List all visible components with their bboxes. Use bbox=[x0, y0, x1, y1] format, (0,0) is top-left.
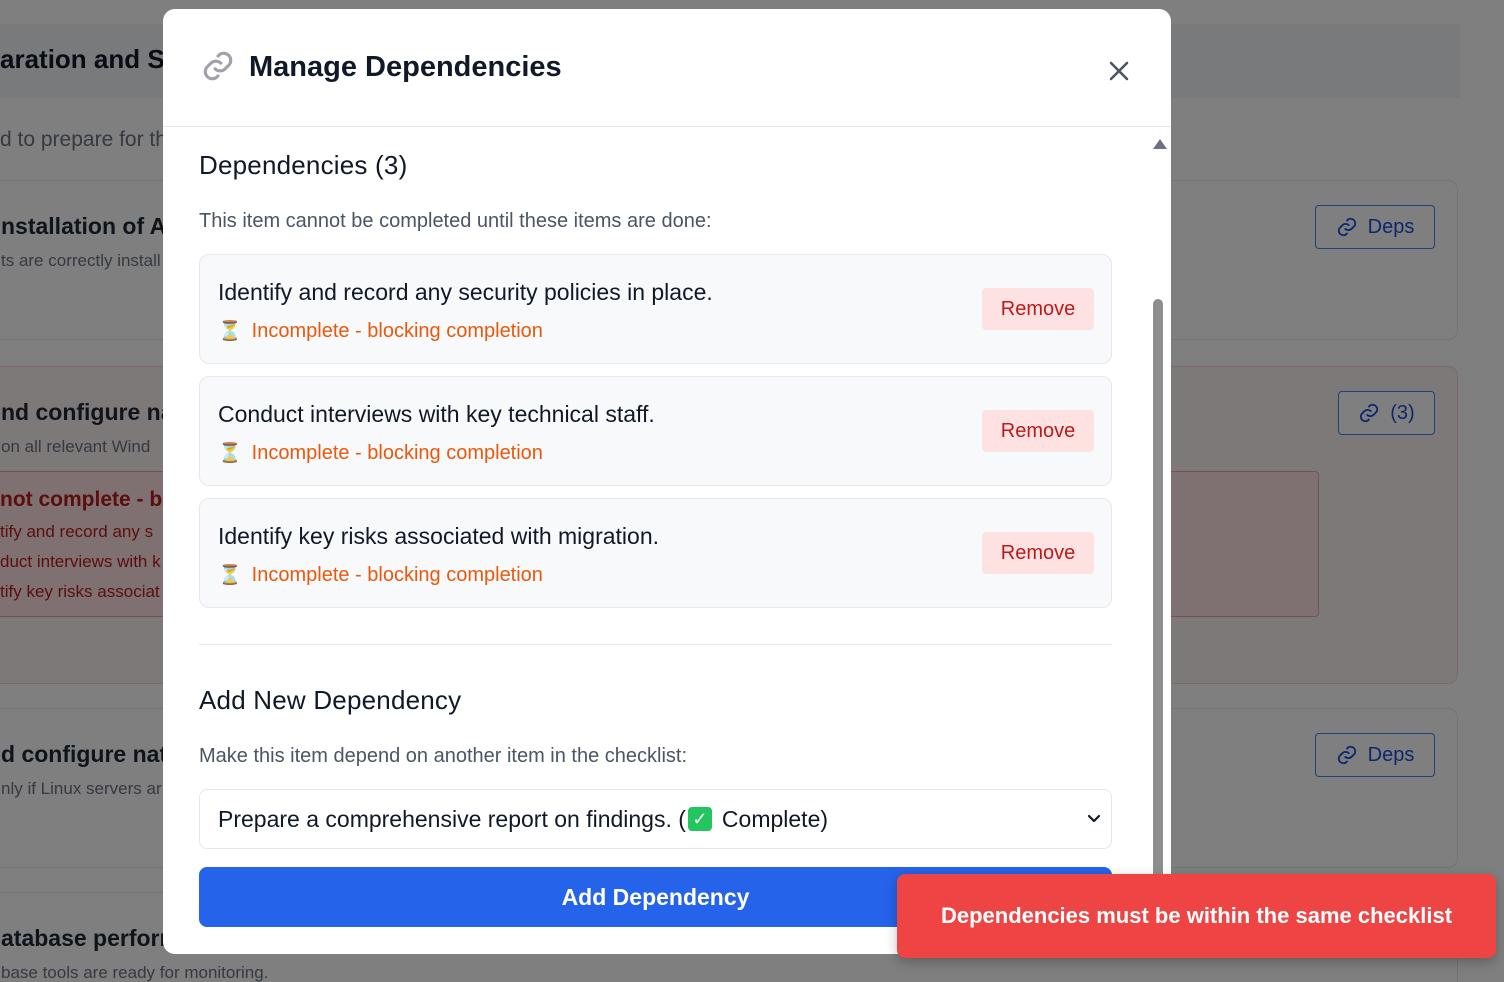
manage-dependencies-modal: Manage Dependencies Dependencies (3) Thi… bbox=[163, 9, 1171, 954]
dependency-status: ⏳ Incomplete - blocking completion bbox=[218, 563, 543, 587]
add-dependency-description: Make this item depend on another item in… bbox=[199, 745, 688, 767]
dependency-select-value-suffix: Complete) bbox=[721, 805, 829, 832]
dependency-status-text: Incomplete - blocking completion bbox=[251, 319, 543, 342]
scroll-up-arrow-icon[interactable] bbox=[1153, 139, 1167, 149]
dependency-status-text: Incomplete - blocking completion bbox=[251, 441, 543, 464]
modal-body: Dependencies (3) This item cannot be com… bbox=[163, 128, 1171, 954]
hourglass-icon: ⏳ bbox=[218, 321, 242, 342]
dependency-status: ⏳ Incomplete - blocking completion bbox=[218, 319, 543, 343]
scrollbar-thumb[interactable] bbox=[1153, 299, 1163, 954]
dependencies-description: This item cannot be completed until thes… bbox=[199, 210, 712, 232]
modal-scrollbar[interactable] bbox=[1151, 137, 1167, 954]
remove-dependency-button[interactable]: Remove bbox=[982, 288, 1094, 330]
check-mark-icon: ✓ bbox=[687, 807, 712, 831]
dependencies-heading: Dependencies (3) bbox=[199, 150, 408, 180]
dependency-title: Identify and record any security policie… bbox=[218, 279, 713, 305]
chevron-down-icon bbox=[1087, 814, 1101, 823]
error-toast-message: Dependencies must be within the same che… bbox=[940, 903, 1453, 928]
dependency-title: Identify key risks associated with migra… bbox=[218, 523, 660, 549]
section-divider bbox=[199, 644, 1112, 645]
remove-dependency-button[interactable]: Remove bbox=[982, 410, 1094, 452]
error-toast: Dependencies must be within the same che… bbox=[897, 874, 1496, 958]
dependency-item: Identify and record any security policie… bbox=[199, 254, 1112, 364]
modal-header: Manage Dependencies bbox=[163, 9, 1171, 127]
dependency-title: Conduct interviews with key technical st… bbox=[218, 401, 655, 427]
hourglass-icon: ⏳ bbox=[218, 443, 242, 464]
add-dependency-heading: Add New Dependency bbox=[199, 685, 462, 715]
dependency-select-value-prefix: Prepare a comprehensive report on findin… bbox=[218, 805, 686, 832]
modal-title: Manage Dependencies bbox=[249, 51, 562, 83]
close-icon bbox=[1109, 61, 1129, 81]
remove-dependency-button[interactable]: Remove bbox=[982, 532, 1094, 574]
dependency-item: Identify key risks associated with migra… bbox=[199, 498, 1112, 608]
hourglass-icon: ⏳ bbox=[218, 565, 242, 586]
close-button[interactable] bbox=[1103, 55, 1135, 87]
dependency-item: Conduct interviews with key technical st… bbox=[199, 376, 1112, 486]
dependency-status: ⏳ Incomplete - blocking completion bbox=[218, 441, 543, 465]
link-icon bbox=[201, 49, 235, 90]
dependency-select[interactable]: Prepare a comprehensive report on findin… bbox=[199, 789, 1112, 849]
dependency-status-text: Incomplete - blocking completion bbox=[251, 563, 543, 586]
